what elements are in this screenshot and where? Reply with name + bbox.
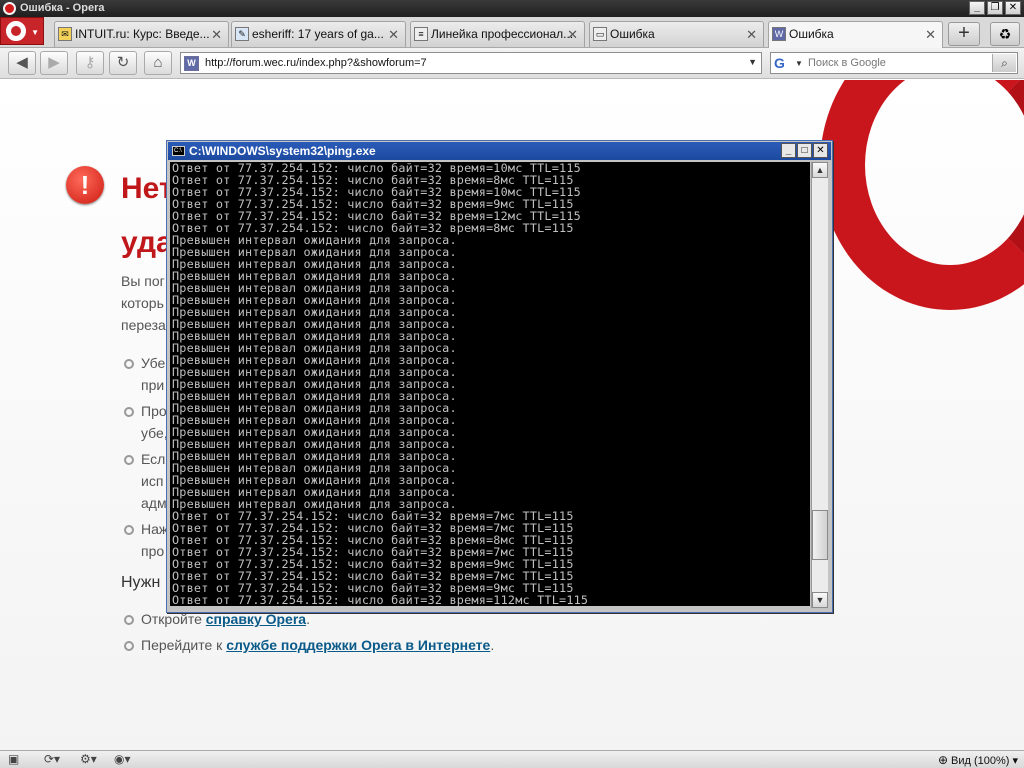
- opera-logo-icon: [3, 2, 16, 15]
- intuit-icon: ✉: [58, 27, 72, 41]
- error-icon: !: [66, 166, 104, 204]
- w-icon: W: [772, 27, 786, 41]
- unite-icon[interactable]: ⚙▾: [80, 752, 97, 768]
- tab-close-icon[interactable]: ✕: [388, 27, 399, 43]
- list-item: Перейдите к службе поддержки Opera в Инт…: [121, 634, 621, 656]
- console-icon: C:\: [172, 146, 185, 156]
- opera-help-link[interactable]: справку Opera: [206, 611, 306, 627]
- close-button[interactable]: ✕: [1005, 1, 1021, 15]
- opera-o-icon: [6, 21, 26, 41]
- chevron-down-icon[interactable]: ▼: [748, 57, 757, 67]
- zoom-control[interactable]: ⊕ Вид (100%) ▾: [938, 753, 1018, 767]
- tab-close-icon[interactable]: ✕: [925, 27, 936, 43]
- tab-error-1[interactable]: ▭ Ошибка ✕: [589, 21, 764, 47]
- window-title: Ошибка - Opera: [20, 2, 105, 14]
- console-scrollbar[interactable]: ▲ ▼: [811, 162, 828, 608]
- window-controls: _ ❐ ✕: [969, 1, 1021, 15]
- console-output: Ответ от 77.37.254.152: число байт=32 вр…: [170, 162, 810, 606]
- help-list: Откройте справку Opera. Перейдите к служ…: [121, 608, 621, 660]
- back-button[interactable]: ◀: [8, 51, 36, 75]
- tab-close-icon[interactable]: ✕: [746, 27, 757, 43]
- tab-label: esheriff: 17 years of ga...: [252, 27, 384, 41]
- tab-close-icon[interactable]: ✕: [567, 27, 578, 43]
- opera-support-link[interactable]: службе поддержки Opera в Интернете: [226, 637, 490, 653]
- chevron-down-icon: ▼: [31, 28, 39, 37]
- scroll-up-icon[interactable]: ▲: [812, 162, 828, 178]
- chevron-down-icon[interactable]: ▼: [795, 59, 803, 68]
- status-bar: ▣ ⟳▾ ⚙▾ ◉▾ ⊕ Вид (100%) ▾: [0, 750, 1024, 768]
- window-icon: ▭: [593, 27, 607, 41]
- console-close-button[interactable]: ✕: [813, 143, 828, 158]
- tab-label: Линейка профессионал...: [431, 27, 574, 41]
- scrollbar-thumb[interactable]: [812, 510, 828, 560]
- panel-toggle-icon[interactable]: ▣: [8, 752, 19, 768]
- tab-bar: ▼ ✉ INTUIT.ru: Курс: Введе... ✕ ✎ esheri…: [0, 17, 1024, 48]
- zoom-icon: ⊕: [937, 753, 948, 767]
- restore-button[interactable]: ❐: [987, 1, 1003, 15]
- console-title: C:\WINDOWS\system32\ping.exe: [189, 144, 376, 158]
- search-box[interactable]: G ▼ Поиск в Google ⌕: [770, 52, 1018, 74]
- opera-menu-button[interactable]: ▼: [0, 17, 44, 45]
- scroll-down-icon[interactable]: ▼: [812, 592, 828, 608]
- tab-intuit[interactable]: ✉ INTUIT.ru: Курс: Введе... ✕: [54, 21, 229, 47]
- help-text: .: [490, 637, 495, 653]
- minimize-button[interactable]: _: [969, 1, 985, 15]
- console-window-controls: _ □ ✕: [781, 143, 828, 158]
- new-tab-button[interactable]: +: [948, 22, 980, 46]
- console-window[interactable]: C:\ C:\WINDOWS\system32\ping.exe _ □ ✕ О…: [166, 140, 833, 613]
- help-text: .: [306, 611, 310, 627]
- window-titlebar: Ошибка - Opera _ ❐ ✕: [0, 0, 1024, 17]
- search-input[interactable]: Поиск в Google: [808, 57, 886, 69]
- reload-icon[interactable]: ↻: [109, 51, 137, 75]
- livejournal-icon: ✎: [235, 27, 249, 41]
- help-text: Перейдите к: [141, 637, 227, 653]
- tab-lineika[interactable]: ≡ Линейка профессионал... ✕: [410, 21, 585, 47]
- site-favicon-icon: W: [184, 56, 199, 71]
- turbo-icon[interactable]: ◉▾: [114, 752, 131, 768]
- zoom-level: Вид (100%): [951, 755, 1010, 767]
- console-maximize-button[interactable]: □: [797, 143, 812, 158]
- opera-logo-background: [820, 80, 1024, 310]
- tab-label: Ошибка: [610, 27, 655, 41]
- tab-esheriff[interactable]: ✎ esheriff: 17 years of ga... ✕: [231, 21, 406, 47]
- address-url[interactable]: http://forum.wec.ru/index.php?&showforum…: [205, 57, 427, 69]
- tab-label: INTUIT.ru: Курс: Введе...: [75, 27, 210, 41]
- trash-icon[interactable]: ♻: [990, 22, 1020, 46]
- forward-button[interactable]: ▶: [40, 51, 68, 75]
- key-icon[interactable]: ⚷: [76, 51, 104, 75]
- page-icon: ≡: [414, 27, 428, 41]
- tab-label: Ошибка: [789, 27, 834, 41]
- console-minimize-button[interactable]: _: [781, 143, 796, 158]
- tab-error-active[interactable]: W Ошибка ✕: [768, 21, 943, 48]
- console-titlebar[interactable]: C:\ C:\WINDOWS\system32\ping.exe _ □ ✕: [168, 142, 831, 160]
- google-icon[interactable]: G: [774, 55, 785, 71]
- sync-icon[interactable]: ⟳▾: [44, 752, 60, 768]
- home-icon[interactable]: ⌂: [144, 51, 172, 75]
- tab-close-icon[interactable]: ✕: [211, 27, 222, 43]
- address-bar[interactable]: W http://forum.wec.ru/index.php?&showfor…: [180, 52, 762, 74]
- search-icon[interactable]: ⌕: [992, 54, 1016, 72]
- console-line: Ответ от 77.37.254.152: число байт=32 вр…: [172, 593, 589, 606]
- navigation-toolbar: ◀ ▶ ⚷ ↻ ⌂ W http://forum.wec.ru/index.ph…: [0, 48, 1024, 79]
- help-text: Откройте: [141, 611, 206, 627]
